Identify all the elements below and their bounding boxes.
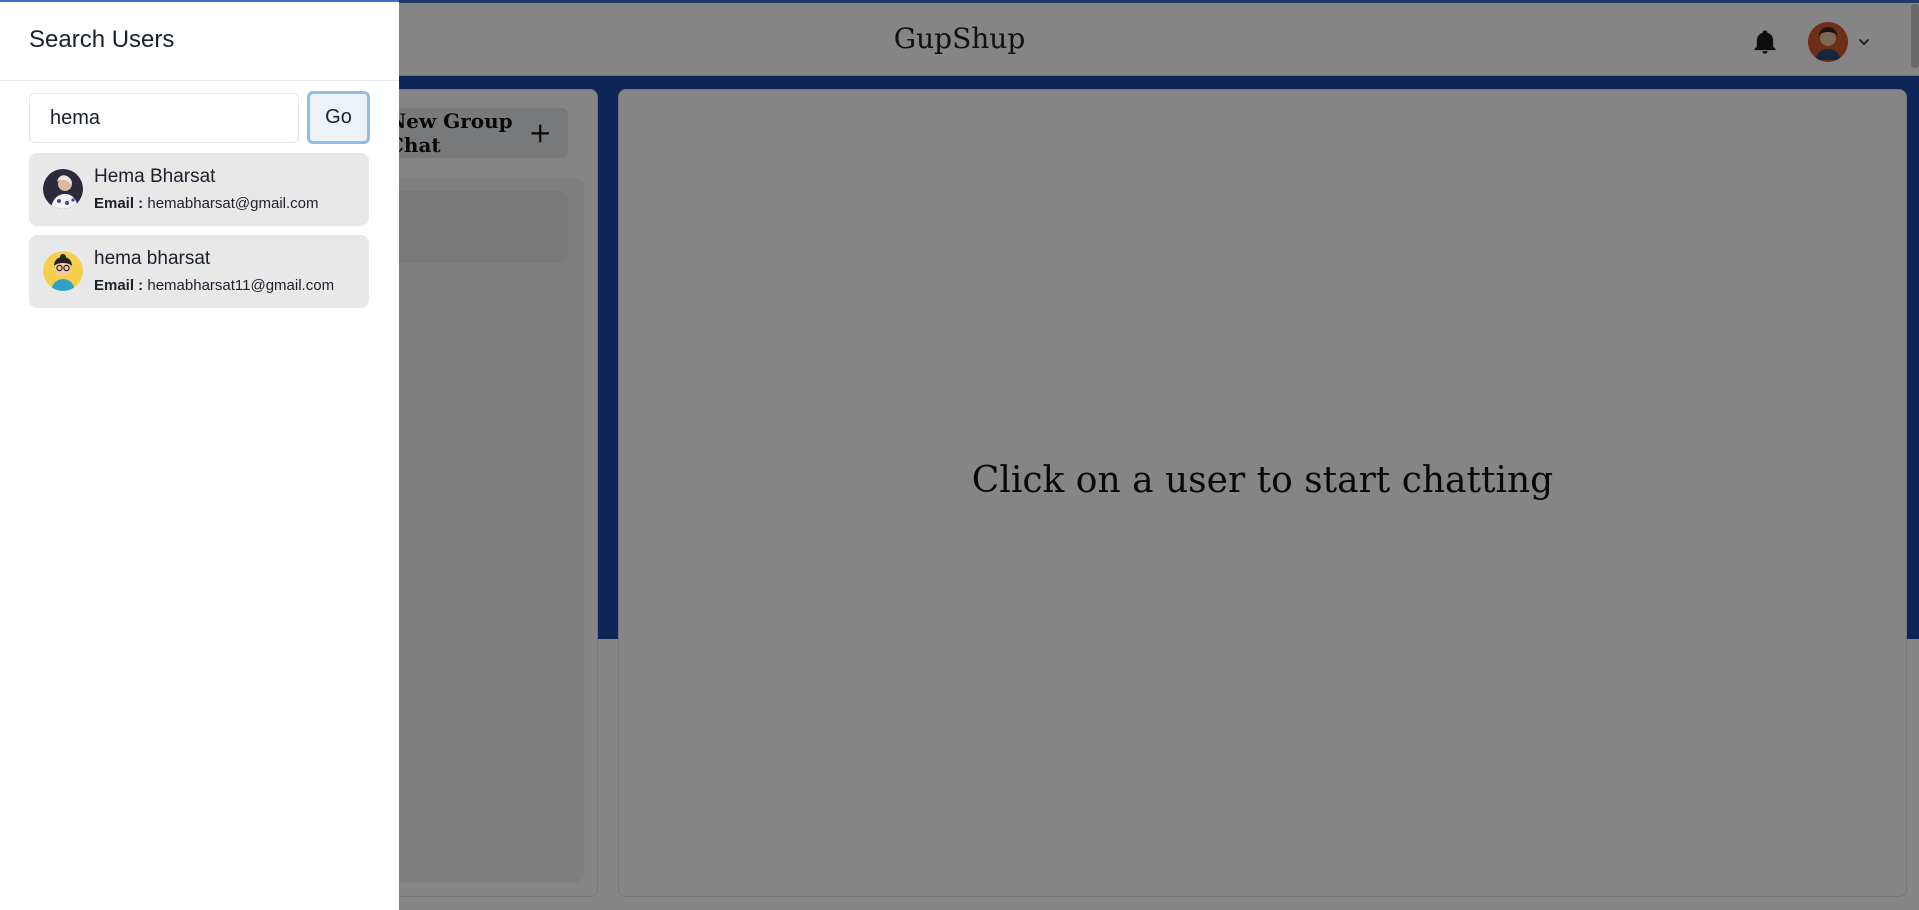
email-value: hemabharsat@gmail.com xyxy=(147,195,319,212)
result-name: Hema Bharsat xyxy=(94,166,216,187)
cartoon-avatar xyxy=(43,251,83,291)
result-email: Email : hemabharsat@gmail.com xyxy=(94,195,319,212)
result-name: hema bharsat xyxy=(94,248,211,269)
search-result-item[interactable]: hema bharsat Email : hemabharsat11@gmail… xyxy=(29,235,369,308)
drawer-title: Search Users xyxy=(29,26,175,53)
go-button[interactable]: Go xyxy=(307,91,370,144)
divider xyxy=(0,80,399,81)
search-result-item[interactable]: Hema Bharsat Email : hemabharsat@gmail.c… xyxy=(29,153,369,226)
result-email: Email : hemabharsat11@gmail.com xyxy=(94,277,334,294)
search-input[interactable] xyxy=(29,93,299,143)
email-label: Email : xyxy=(94,277,144,294)
email-label: Email : xyxy=(94,195,144,212)
email-value: hemabharsat11@gmail.com xyxy=(147,277,335,294)
photo-avatar xyxy=(43,169,83,209)
search-users-drawer: Search Users Go Hema Bharsat Email : hem… xyxy=(0,0,399,910)
